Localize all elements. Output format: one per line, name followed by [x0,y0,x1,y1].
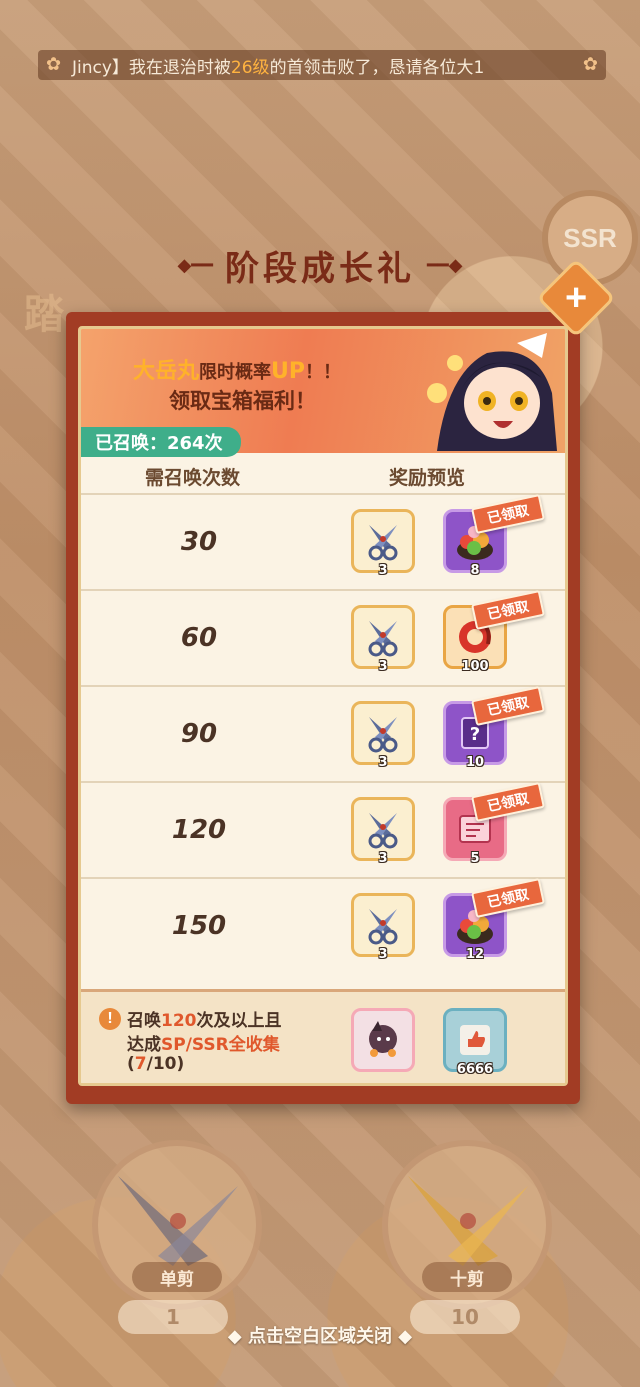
banner-line2: 领取宝箱福利！ [169,389,316,413]
claimed-stamp: 已领取 [471,686,545,726]
reward-quantity: 8 [470,563,480,578]
title-left-ornament: ◆━━ [177,254,213,276]
claimed-stamp: 已领取 [471,782,545,822]
broadcast-marquee: ✿ Jincy】我在退治时被 26级 的首领击败了，恳请各位大1 ✿ [38,50,606,80]
close-hint[interactable]: ◆ 点击空白区域关闭 ◆ [0,1322,640,1348]
milestone-row: 150 3 12 已领取 [81,877,565,973]
claimed-stamp: 已领取 [471,878,545,918]
reward-quantity: 3 [378,947,388,962]
milestone-row: 30 3 8 已领取 [81,493,565,589]
bonus-text: 次及以上且 [196,1011,282,1031]
banner-shikigami-name: 大岳丸 [133,359,200,384]
event-banner: 大岳丸限时概率UP！！ 领取宝箱福利！ 已召唤：264次 [81,329,565,457]
title-right-ornament: ━━◆ [427,254,463,276]
milestone-row: 60 3 100 已领取 [81,589,565,685]
thumbs-up-icon [460,1025,490,1055]
marquee-suffix: 的首领击败了，恳请各位大1 [269,57,485,78]
reward-quantity: 5 [470,851,480,866]
flower-icon: ✿ [582,54,598,75]
bonus-progress: (7/10) [127,1054,184,1074]
milestone-count: 60 [180,623,218,653]
banner-up: UP [271,359,306,384]
growth-gift-panel: 大岳丸限时概率UP！！ 领取宝箱福利！ 已召唤：264次 需召唤次数 奖励预览 [66,312,580,1104]
dialog-title: 阶段成长礼 [225,248,415,289]
milestone-row: 90 3 ? 10 已领取 [81,685,565,781]
svg-text:?: ? [470,724,480,745]
bonus-text: 召唤 [127,1011,161,1031]
column-header-requirement: 需召唤次数 [145,467,241,489]
column-header-rewards: 奖励预览 [389,467,466,489]
reward-quantity: 3 [378,563,388,578]
reward-scissors-item[interactable]: 3 [351,701,415,770]
plus-icon: + [564,276,588,319]
scissors-icon [368,525,398,561]
bonus-text: 达成 [127,1035,161,1055]
banner-line1: 大岳丸限时概率UP！！ [133,353,341,385]
scissors-icon [368,717,398,753]
banner-limited: 限时概率 [199,362,272,383]
bonus-highlight: SP/SSR全收集 [161,1035,280,1055]
reward-scissors-item[interactable]: 3 [351,893,415,962]
milestone-list: 30 3 8 已领取 60 3 100 已领取 90 3 ? 10 已领取 12… [81,493,565,973]
claimed-stamp: 已领取 [471,494,545,534]
bonus-count: 120 [161,1011,197,1031]
summon-count-tag: 已召唤：264次 [81,427,241,457]
avatar-frame-icon [369,1021,397,1057]
scissors-icon [368,813,398,849]
collection-bonus: ! 召唤120次及以上且 达成SP/SSR全收集 (7/10) 6666 [81,989,565,1083]
reward-avatar-frame-item[interactable] [351,1008,415,1072]
scissors-icon [368,909,398,945]
bonus-line2: 达成SP/SSR全收集 [127,1030,280,1055]
ten-pull-label: 十剪 [422,1262,512,1292]
progress-current: 7 [134,1054,147,1074]
reward-quantity: 10 [465,755,485,770]
milestone-row: 120 3 5 已领取 [81,781,565,877]
reward-quantity: 6666 [456,1062,494,1077]
claimed-stamp: 已领取 [471,590,545,630]
scissors-icon [368,621,398,657]
milestone-count: 120 [171,815,227,845]
reward-quantity: 3 [378,659,388,674]
dialog-title-bar: ◆━━ 阶段成长礼 ━━◆ [0,240,640,290]
reward-quantity: 3 [378,851,388,866]
exclamation-icon: ! [99,1008,121,1030]
marquee-level: 26级 [230,57,270,78]
reward-scissors-item[interactable]: 3 [351,605,415,674]
reward-like-card-item[interactable]: 6666 [443,1008,507,1077]
single-pull-label: 单剪 [132,1262,222,1292]
reward-quantity: 3 [378,755,388,770]
shikigami-portrait [427,333,557,451]
marquee-prefix: Jincy】我在退治时被 [72,57,231,78]
milestone-count: 30 [180,527,218,557]
reward-scissors-item[interactable]: 3 [351,509,415,578]
panel-content: 大岳丸限时概率UP！！ 领取宝箱福利！ 已召唤：264次 需召唤次数 奖励预览 [78,326,568,1086]
bonus-text: /10) [146,1054,185,1074]
reward-scissors-item[interactable]: 3 [351,797,415,866]
bonus-line1: 召唤120次及以上且 [127,1006,282,1031]
flower-icon: ✿ [46,54,62,75]
bonus-text: ( [127,1054,135,1074]
reward-quantity: 100 [461,659,489,674]
milestone-count: 150 [171,911,227,941]
banner-exclaim: ！！ [305,362,342,383]
background-title: 踏 [24,292,68,338]
reward-quantity: 12 [465,947,485,962]
milestone-count: 90 [180,719,218,749]
